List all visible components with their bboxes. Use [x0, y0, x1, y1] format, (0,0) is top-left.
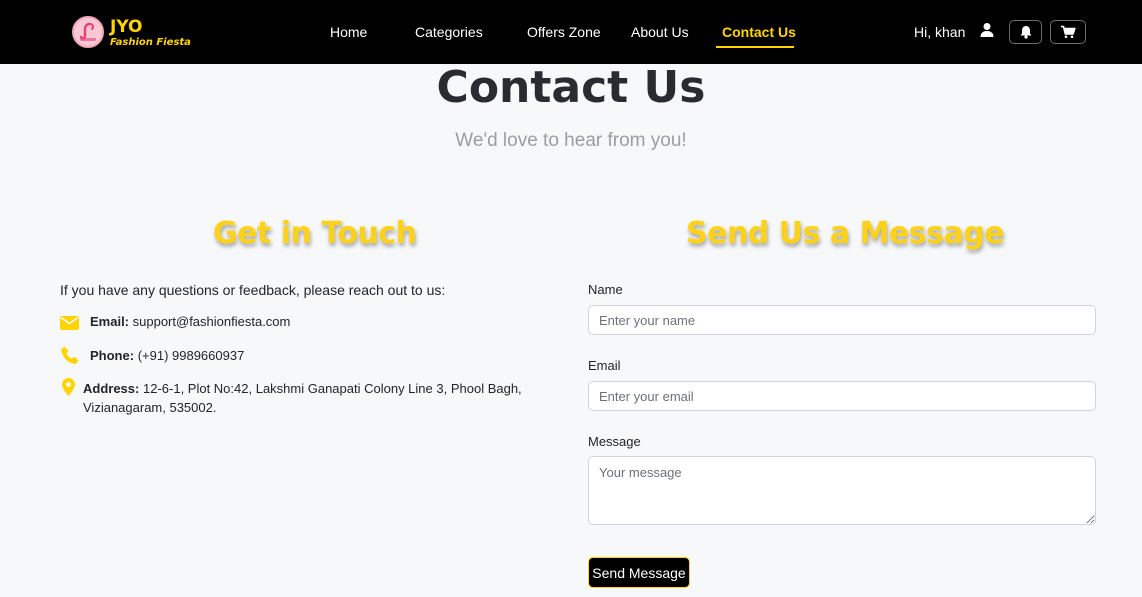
phone-label: Phone: [90, 348, 135, 363]
get-in-touch-heading: Get in Touch [213, 216, 417, 251]
contact-intro: If you have any questions or feedback, p… [60, 282, 446, 298]
email-input[interactable] [588, 381, 1096, 411]
nav-categories[interactable]: Categories [415, 24, 483, 40]
address-line2: Vizianagaram, 535002. [83, 400, 217, 415]
map-pin-icon [62, 378, 75, 396]
contact-address: Address: 12-6-1, Plot No:42, Lakshmi Gan… [83, 379, 522, 417]
user-icon[interactable] [980, 22, 994, 38]
phone-icon [61, 346, 79, 365]
email-field-label: Email [588, 358, 621, 373]
active-nav-underline [716, 46, 794, 48]
navbar: JYO Fashion Fiesta Home Categories Offer… [0, 0, 1142, 64]
name-input[interactable] [588, 305, 1096, 335]
email-value[interactable]: support@fashionfiesta.com [133, 314, 291, 329]
send-message-heading: Send Us a Message [686, 216, 1005, 251]
nav-about-us[interactable]: About Us [631, 24, 689, 40]
name-label: Name [588, 282, 623, 297]
nav-offers-zone[interactable]: Offers Zone [527, 24, 601, 40]
cart-button[interactable] [1050, 20, 1086, 44]
email-label: Email: [90, 314, 130, 329]
bell-icon [1020, 26, 1031, 39]
logo-icon[interactable] [72, 16, 104, 48]
contact-phone: Phone: (+91) 9989660937 [90, 346, 244, 365]
phone-value[interactable]: (+91) 9989660937 [138, 348, 245, 363]
envelope-icon [60, 316, 79, 330]
user-greeting: Hi, khan [914, 24, 966, 40]
address-label: Address: [83, 381, 140, 396]
nav-contact-us[interactable]: Contact Us [722, 24, 796, 40]
address-line1: 12-6-1, Plot No:42, Lakshmi Ganapati Col… [142, 381, 522, 396]
page-subtitle: We'd love to hear from you! [455, 130, 687, 151]
message-label: Message [588, 434, 641, 449]
notifications-button[interactable] [1009, 20, 1042, 44]
nav-home[interactable]: Home [330, 24, 367, 40]
message-textarea[interactable] [588, 456, 1096, 525]
page-title: Contact Us [436, 62, 706, 113]
brand-name[interactable]: JYO [110, 17, 142, 37]
send-message-button[interactable]: Send Message [588, 557, 690, 588]
contact-email: Email: support@fashionfiesta.com [90, 312, 290, 331]
brand-tagline: Fashion Fiesta [110, 37, 191, 48]
cart-icon [1061, 25, 1076, 39]
